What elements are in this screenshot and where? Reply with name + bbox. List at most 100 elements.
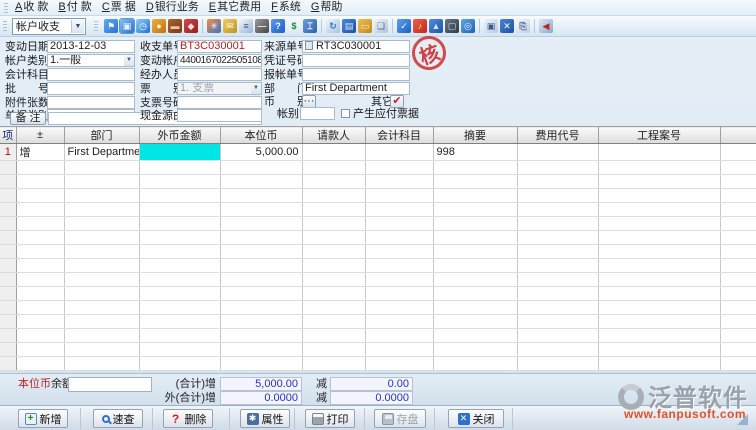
col-project-no[interactable]: 工程案号 (598, 127, 720, 144)
table-cell[interactable] (365, 287, 433, 301)
table-cell[interactable] (0, 175, 16, 189)
alert-icon[interactable]: ▲ (429, 19, 443, 33)
cell-base-amount[interactable]: 5,000.00 (220, 144, 302, 161)
table-row[interactable] (0, 329, 756, 343)
table-cell[interactable] (517, 231, 598, 245)
table-cell[interactable] (64, 161, 139, 175)
table-cell[interactable] (302, 161, 365, 175)
menu-other-expense[interactable]: E其它费用 (207, 0, 269, 15)
menu-tickets[interactable]: C票 据 (100, 0, 144, 15)
table-cell[interactable] (433, 189, 517, 203)
table-cell[interactable] (302, 217, 365, 231)
table-cell[interactable] (16, 161, 64, 175)
table-cell[interactable] (720, 357, 756, 371)
change-account-field[interactable]: 44001670225051089470 (177, 54, 262, 67)
add-button[interactable]: +新增 (18, 409, 68, 428)
table-row[interactable]: 1 增 First Department 5,000.00 998 (0, 144, 756, 161)
other-check-button[interactable]: ✔ (390, 95, 404, 108)
table-cell[interactable] (720, 175, 756, 189)
cheque-no-field[interactable] (177, 96, 262, 109)
table-cell[interactable] (0, 259, 16, 273)
table-cell[interactable] (302, 287, 365, 301)
selected-cell[interactable] (139, 144, 220, 161)
table-cell[interactable] (139, 357, 220, 371)
account-type-select[interactable]: 1.一般▼ (47, 54, 135, 67)
table-cell[interactable] (365, 217, 433, 231)
delete-button[interactable]: ?删除 (163, 409, 213, 428)
table-cell[interactable] (0, 357, 16, 371)
table-row[interactable] (0, 301, 756, 315)
table-cell[interactable] (139, 161, 220, 175)
table-cell[interactable] (0, 301, 16, 315)
table-row[interactable] (0, 315, 756, 329)
report-no-field[interactable] (302, 68, 410, 81)
table-cell[interactable] (302, 329, 365, 343)
table-cell[interactable] (720, 161, 756, 175)
change-date-field[interactable]: 2013-12-03 (47, 40, 135, 53)
table-cell[interactable] (433, 203, 517, 217)
table-cell[interactable] (16, 245, 64, 259)
table-cell[interactable] (0, 315, 16, 329)
table-cell[interactable] (16, 301, 64, 315)
table-cell[interactable] (0, 343, 16, 357)
table-cell[interactable] (139, 315, 220, 329)
table-cell[interactable] (220, 301, 302, 315)
table-cell[interactable] (517, 329, 598, 343)
table-cell[interactable] (64, 259, 139, 273)
table-cell[interactable] (16, 217, 64, 231)
monitor-icon[interactable]: ▣ (120, 19, 134, 33)
table-cell[interactable] (139, 203, 220, 217)
balance-input[interactable] (68, 377, 152, 392)
print-button[interactable]: 打印 (305, 409, 355, 428)
table-cell[interactable] (220, 217, 302, 231)
table-cell[interactable] (220, 259, 302, 273)
table-cell[interactable] (517, 161, 598, 175)
table-row[interactable] (0, 245, 756, 259)
table-cell[interactable] (365, 329, 433, 343)
dollar-icon[interactable]: $ (287, 19, 301, 33)
table-cell[interactable] (64, 175, 139, 189)
table-cell[interactable] (433, 301, 517, 315)
batch-no-field[interactable] (47, 82, 135, 95)
table-cell[interactable] (220, 315, 302, 329)
voucher-no-field[interactable] (302, 54, 410, 67)
table-cell[interactable] (598, 189, 720, 203)
account-class-field[interactable] (300, 107, 335, 120)
table-cell[interactable] (433, 329, 517, 343)
table-cell[interactable] (433, 357, 517, 371)
bell-icon[interactable]: ♪ (413, 19, 427, 33)
table-cell[interactable] (139, 287, 220, 301)
window-icon[interactable]: ▣ (484, 19, 498, 33)
row-number[interactable]: 1 (0, 144, 16, 161)
table-row[interactable] (0, 357, 756, 371)
table-cell[interactable] (139, 259, 220, 273)
table-cell[interactable] (517, 175, 598, 189)
table-cell[interactable] (365, 357, 433, 371)
table-cell[interactable] (302, 301, 365, 315)
table-cell[interactable] (720, 245, 756, 259)
check-icon[interactable]: ✓ (397, 19, 411, 33)
cell-fee-code[interactable] (517, 144, 598, 161)
table-cell[interactable] (64, 315, 139, 329)
resize-grip[interactable] (737, 414, 748, 425)
cell-subject[interactable] (365, 144, 433, 161)
table-cell[interactable] (64, 189, 139, 203)
exit-icon[interactable]: ◀ (539, 19, 553, 33)
table-cell[interactable] (365, 315, 433, 329)
table-cell[interactable] (0, 203, 16, 217)
mail-icon[interactable]: ✉ (223, 19, 237, 33)
table-cell[interactable] (433, 343, 517, 357)
cell-sign[interactable]: 增 (16, 144, 64, 161)
clock-icon[interactable]: ◷ (136, 19, 150, 33)
table-cell[interactable] (139, 245, 220, 259)
table-cell[interactable] (517, 287, 598, 301)
cell-payee[interactable] (302, 144, 365, 161)
payable-checkbox[interactable] (341, 109, 350, 118)
col-foreign-amount[interactable]: 外币金额 (139, 127, 220, 144)
table-cell[interactable] (64, 245, 139, 259)
table-cell[interactable] (220, 203, 302, 217)
table-cell[interactable] (365, 259, 433, 273)
table-cell[interactable] (517, 357, 598, 371)
chevron-down-icon[interactable]: ▼ (124, 55, 134, 66)
lock-icon[interactable]: ● (152, 19, 166, 33)
